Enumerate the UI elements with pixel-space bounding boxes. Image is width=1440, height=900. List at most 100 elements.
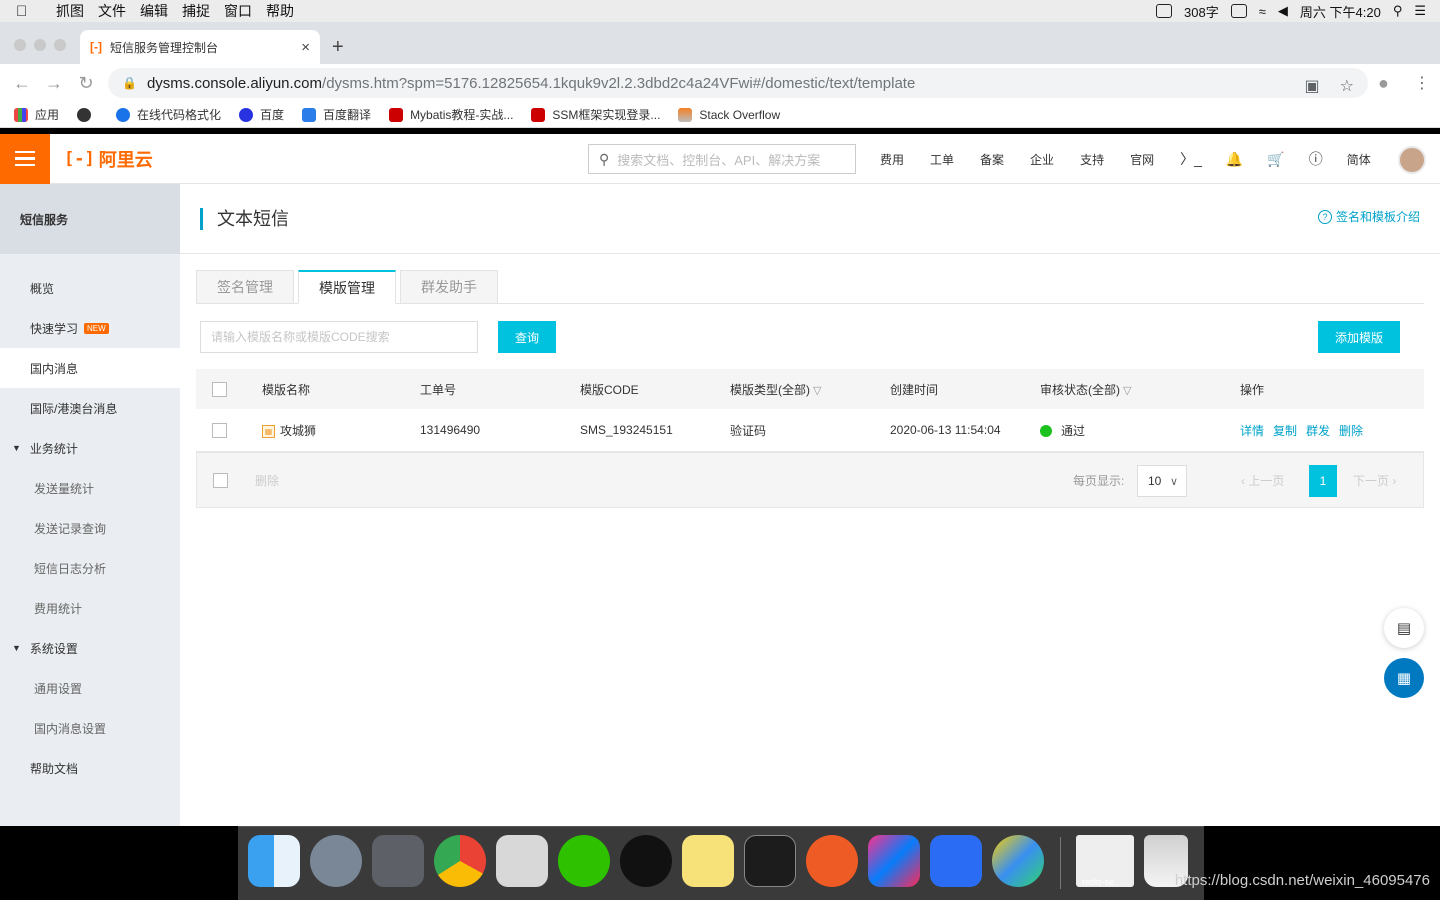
translate-icon[interactable]: ▣ [1305, 76, 1320, 96]
qq-icon[interactable] [620, 835, 672, 887]
nav-support[interactable]: 支持 [1080, 151, 1104, 168]
wps-status-icon[interactable] [1156, 4, 1173, 18]
address-bar[interactable]: 🔒 dysms.console.aliyun.com/dysms.htm?spm… [108, 68, 1368, 98]
intellij-idea-icon[interactable] [868, 835, 920, 887]
avatar[interactable] [1398, 146, 1426, 174]
add-template-button[interactable]: 添加模版 [1318, 321, 1400, 353]
sidebar-item-fee-stats[interactable]: 费用统计 [0, 588, 180, 628]
sidebar-item-domestic-settings[interactable]: 国内消息设置 [0, 708, 180, 748]
wps-icon[interactable] [930, 835, 982, 887]
screenshot-tool-icon[interactable] [496, 835, 548, 887]
language-switch[interactable]: 简体 [1347, 151, 1371, 168]
menu-edit[interactable]: 编辑 [140, 1, 168, 21]
per-page-select[interactable]: 10 ∨ [1137, 465, 1187, 497]
clock[interactable]: 周六 下午4:20 [1300, 2, 1381, 21]
feedback-chat-icon[interactable]: ▤ [1384, 608, 1424, 648]
wifi-icon[interactable]: ≈ [1259, 4, 1266, 19]
bulk-send-link[interactable]: 群发 [1306, 424, 1330, 438]
nav-filing[interactable]: 备案 [980, 151, 1004, 168]
help-circle-icon[interactable]: ⓘ [1309, 149, 1323, 169]
console-search-input[interactable]: ⚲ 搜索文档、控制台、API、解决方案 [588, 144, 856, 174]
profile-icon[interactable]: ● [1378, 73, 1389, 94]
more-menu-icon[interactable]: ⋮ [1414, 73, 1430, 93]
finder-icon[interactable] [248, 835, 300, 887]
bookmark-globe[interactable] [77, 107, 98, 122]
bookmark-code-formatter[interactable]: 在线代码格式化 [116, 106, 221, 123]
sidebar-item-international[interactable]: 国际/港澳台消息 [0, 388, 180, 428]
volume-icon[interactable]: ◀ [1278, 3, 1288, 19]
col-template-type[interactable]: 模版类型(全部) ▽ [730, 381, 821, 398]
sidebar-item-general-settings[interactable]: 通用设置 [0, 668, 180, 708]
tab-signature[interactable]: 签名管理 [196, 270, 294, 304]
input-method-icon[interactable] [1230, 4, 1247, 18]
col-review-status[interactable]: 审核状态(全部) ▽ [1040, 381, 1131, 398]
bookmark-apps[interactable]: 应用 [14, 106, 59, 123]
tab-template[interactable]: 模版管理 [298, 270, 396, 304]
sidebar-item-help-docs[interactable]: 帮助文档 [0, 748, 180, 788]
query-button[interactable]: 查询 [498, 321, 556, 353]
menu-window[interactable]: 窗口 [224, 1, 252, 21]
select-all-checkbox[interactable] [212, 381, 227, 397]
apps-grid-float-icon[interactable]: ▦ [1384, 658, 1424, 698]
filter-icon[interactable]: ▽ [813, 385, 821, 397]
sidebar-item-log-analysis[interactable]: 短信日志分析 [0, 548, 180, 588]
new-tab-icon[interactable]: + [332, 36, 344, 59]
nav-official-site[interactable]: 官网 [1130, 151, 1154, 168]
page-number-current[interactable]: 1 [1309, 465, 1337, 497]
bookmark-baidu[interactable]: 百度 [239, 106, 284, 123]
chrome-icon[interactable] [434, 835, 486, 887]
menu-grab[interactable]: 抓图 [56, 1, 84, 21]
bookmark-baidu-translate[interactable]: 百度翻译 [302, 106, 371, 123]
wechat-icon[interactable] [558, 835, 610, 887]
sidebar-item-domestic[interactable]: 国内消息 [0, 348, 180, 388]
sidebar-item-send-records[interactable]: 发送记录查询 [0, 508, 180, 548]
bell-icon[interactable]: 🔔 [1226, 151, 1243, 168]
tab-bulk-send[interactable]: 群发助手 [400, 270, 498, 304]
sidebar-item-send-stats[interactable]: 发送量统计 [0, 468, 180, 508]
template-search-input[interactable] [200, 321, 478, 353]
terminal-icon[interactable]: 〉_ [1180, 149, 1202, 169]
notes-icon[interactable] [682, 835, 734, 887]
sidebar-item-overview[interactable]: 概览 [0, 268, 180, 308]
sidebar-item-quick-learn[interactable]: 快速学习 NEW [0, 308, 180, 348]
copy-link[interactable]: 复制 [1273, 424, 1297, 438]
nav-enterprise[interactable]: 企业 [1030, 151, 1054, 168]
bookmark-star-icon[interactable]: ☆ [1340, 76, 1354, 96]
next-page-button[interactable]: 下一页 › [1353, 472, 1396, 489]
window-close-button[interactable] [14, 39, 26, 51]
nav-tickets[interactable]: 工单 [930, 151, 954, 168]
nav-fees[interactable]: 费用 [880, 151, 904, 168]
reload-icon[interactable]: ↻ [70, 73, 102, 94]
bookmark-mybatis[interactable]: Mybatis教程-实战... [389, 106, 513, 123]
system-preferences-icon[interactable] [372, 835, 424, 887]
spotlight-icon[interactable]: ⚲ [1393, 3, 1403, 19]
sidebar-group-system-settings[interactable]: ▼ 系统设置 [0, 628, 180, 668]
footer-select-all-checkbox[interactable] [213, 472, 228, 488]
window-minimize-button[interactable] [34, 39, 46, 51]
postman-icon[interactable] [806, 835, 858, 887]
delete-link[interactable]: 删除 [1339, 424, 1363, 438]
filter-icon[interactable]: ▽ [1123, 385, 1131, 397]
colorful-app-icon[interactable] [992, 835, 1044, 887]
tab-close-icon[interactable]: × [301, 39, 310, 56]
terminal-app-icon[interactable] [744, 835, 796, 887]
detail-link[interactable]: 详情 [1240, 424, 1264, 438]
menu-file[interactable]: 文件 [98, 1, 126, 21]
browser-tab[interactable]: [-] 短信服务管理控制台 × [80, 30, 320, 64]
sidebar-title[interactable]: 短信服务 [0, 184, 180, 254]
sidebar-group-business-stats[interactable]: ▼ 业务统计 [0, 428, 180, 468]
window-zoom-button[interactable] [54, 39, 66, 51]
menu-capture[interactable]: 捕捉 [182, 1, 210, 21]
bookmark-ssm[interactable]: SSM框架实现登录... [531, 106, 660, 123]
batch-delete-button[interactable]: 删除 [255, 472, 279, 489]
menu-help[interactable]: 帮助 [266, 1, 294, 21]
cart-icon[interactable]: 🛒 [1267, 151, 1284, 168]
row-checkbox[interactable] [212, 422, 227, 438]
prev-page-button[interactable]: ‹ 上一页 [1241, 472, 1284, 489]
apple-icon[interactable]:  [16, 3, 42, 20]
notification-center-icon[interactable]: ☰ [1414, 3, 1426, 19]
back-arrow-icon[interactable]: ← [6, 73, 38, 94]
lock-icon[interactable]: 🔒 [122, 76, 137, 90]
forward-arrow-icon[interactable]: → [38, 73, 70, 94]
launchpad-icon[interactable] [310, 835, 362, 887]
